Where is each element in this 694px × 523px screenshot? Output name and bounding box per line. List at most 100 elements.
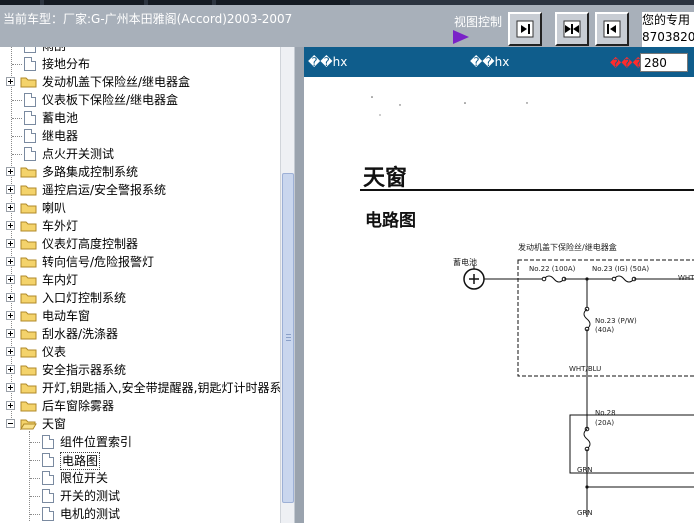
strip-segment: [44, 0, 144, 5]
expand-icon[interactable]: [6, 257, 15, 266]
fit-right-button[interactable]: [508, 12, 542, 46]
catalog-tree[interactable]: 雨刮接地分布发动机盖下保险丝/继电器盒仪表板下保险丝/继电器盒蓄电池继电器点火开…: [0, 47, 280, 523]
tree-item[interactable]: 雨刮: [0, 47, 280, 55]
folder-icon: [20, 365, 37, 376]
tree-item[interactable]: 天窗: [0, 415, 280, 433]
tree-item[interactable]: 开灯,钥匙插入,安全带提醒器,钥匙灯计时器系统: [0, 379, 280, 397]
fuse-label: No.23 (P/W): [595, 317, 637, 325]
tree-item[interactable]: 继电器: [0, 127, 280, 145]
viewer-toolbar: ��hx ��hx ���: [304, 47, 694, 77]
expand-icon[interactable]: [6, 167, 15, 176]
tree-item-label: 入口灯控制系统: [42, 291, 127, 305]
tree-item-label: 车内灯: [42, 273, 79, 287]
toolbar-label-left[interactable]: ��hx: [308, 55, 347, 69]
expand-icon[interactable]: [6, 401, 15, 410]
tree-item[interactable]: 接地分布: [0, 55, 280, 73]
tree-scrollbar[interactable]: [280, 47, 294, 523]
tree-item[interactable]: 仪表板下保险丝/继电器盒: [0, 91, 280, 109]
tree-item[interactable]: 车外灯: [0, 217, 280, 235]
play-icon[interactable]: [453, 30, 469, 44]
arrow-left-to-bar-icon: [603, 20, 621, 38]
tree-item[interactable]: 多路集成控制系统: [0, 163, 280, 181]
tree-item-label: 后车窗除雾器: [42, 399, 115, 413]
folder-icon: [20, 239, 37, 250]
toolbar-label-mid[interactable]: ��hx: [470, 55, 509, 69]
tree-item-label: 开灯,钥匙插入,安全带提醒器,钥匙灯计时器系统: [42, 381, 280, 395]
tree-item[interactable]: 安全指示器系统: [0, 361, 280, 379]
expand-icon[interactable]: [6, 239, 15, 248]
top-bar: 当前车型：厂家:G-广州本田雅阁(Accord)2003-2007 视图控制 您…: [0, 0, 694, 47]
fit-left-button[interactable]: [595, 12, 629, 46]
expand-icon[interactable]: [6, 365, 15, 374]
tree-item[interactable]: 入口灯控制系统: [0, 289, 280, 307]
expand-icon[interactable]: [6, 383, 15, 392]
tree-item[interactable]: 仪表灯高度控制器: [0, 235, 280, 253]
tree-item-label: 遥控启运/安全警报系统: [42, 183, 167, 197]
tree-item[interactable]: 组件位置索引: [0, 433, 280, 451]
user-info-line2: 87038201: [642, 30, 694, 44]
document-subtitle: 电路图: [365, 211, 416, 231]
folder-icon: [20, 311, 37, 322]
tree-guide-line: [30, 460, 40, 461]
tree-item-label-selected: 电路图: [60, 452, 101, 470]
expand-icon[interactable]: [6, 329, 15, 338]
folder-icon: [20, 167, 37, 178]
tree-item-label: 电机的测试: [60, 507, 121, 521]
tree-guide-line: [30, 514, 40, 515]
expand-icon[interactable]: [6, 293, 15, 302]
expand-icon[interactable]: [6, 311, 15, 320]
panel-splitter[interactable]: [294, 47, 304, 523]
tree-item[interactable]: 发动机盖下保险丝/继电器盒: [0, 73, 280, 91]
zoom-label: ���: [610, 57, 644, 70]
tree-item[interactable]: 开关的测试: [0, 487, 280, 505]
tree-item-label: 仪表灯高度控制器: [42, 237, 139, 251]
document-icon: [24, 111, 36, 125]
battery-label: 蓄电池: [453, 258, 477, 267]
tree-item[interactable]: 蓄电池: [0, 109, 280, 127]
fit-both-button[interactable]: [555, 12, 589, 46]
tree-scrollbar-thumb[interactable]: [282, 173, 294, 503]
document-icon: [24, 57, 36, 71]
expand-icon[interactable]: [6, 221, 15, 230]
tree-item-label: 接地分布: [42, 57, 91, 71]
tree-item[interactable]: 遥控启运/安全警报系统: [0, 181, 280, 199]
tree-item-label: 仪表板下保险丝/继电器盒: [42, 93, 179, 107]
tree-item[interactable]: 电动车窗: [0, 307, 280, 325]
fuse-label: No.22 (100A): [529, 265, 576, 273]
fuse-label: (40A): [595, 326, 615, 334]
title-rule: [360, 189, 694, 191]
tree-item-label: 点火开关测试: [42, 147, 115, 161]
document-viewer: ��hx ��hx ��� 280 天窗 电路图 蓄电池 发动机盖下保险丝/继电…: [304, 47, 694, 523]
view-control-label: 视图控制: [454, 15, 503, 29]
circuit-page: 天窗 电路图 蓄电池 发动机盖下保险丝/继电器盒 No.22 (100A) No…: [304, 77, 694, 523]
fuse-label: No.23 (IG) (50A): [592, 265, 650, 273]
collapse-icon[interactable]: [6, 419, 15, 428]
tree-item-label: 多路集成控制系统: [42, 165, 139, 179]
folder-icon: [20, 401, 37, 412]
tree-item[interactable]: 电机的测试: [0, 505, 280, 523]
tree-item[interactable]: 仪表: [0, 343, 280, 361]
circuit-diagram: [371, 96, 694, 517]
expand-icon[interactable]: [6, 203, 15, 212]
tree-item[interactable]: 点火开关测试: [0, 145, 280, 163]
tree-item[interactable]: 喇叭: [0, 199, 280, 217]
tree-item[interactable]: 车内灯: [0, 271, 280, 289]
tree-item[interactable]: 转向信号/危险报警灯: [0, 253, 280, 271]
tree-item-label: 仪表: [42, 345, 67, 359]
folder-icon: [20, 77, 37, 88]
expand-icon[interactable]: [6, 185, 15, 194]
expand-icon[interactable]: [6, 347, 15, 356]
tree-item[interactable]: 限位开关: [0, 469, 280, 487]
zoom-input[interactable]: [640, 53, 688, 72]
tree-guide-line: [30, 442, 40, 443]
expand-icon[interactable]: [6, 77, 15, 86]
tree-item[interactable]: 刮水器/洗涤器: [0, 325, 280, 343]
folder-icon: [20, 275, 37, 286]
folder-icon: [20, 257, 37, 268]
tree-item[interactable]: 电路图: [0, 451, 280, 470]
tree-item[interactable]: 后车窗除雾器: [0, 397, 280, 415]
expand-icon[interactable]: [6, 275, 15, 284]
document-icon: [24, 93, 36, 107]
wire-label: WHT: [678, 274, 694, 282]
document-icon: [24, 47, 36, 53]
